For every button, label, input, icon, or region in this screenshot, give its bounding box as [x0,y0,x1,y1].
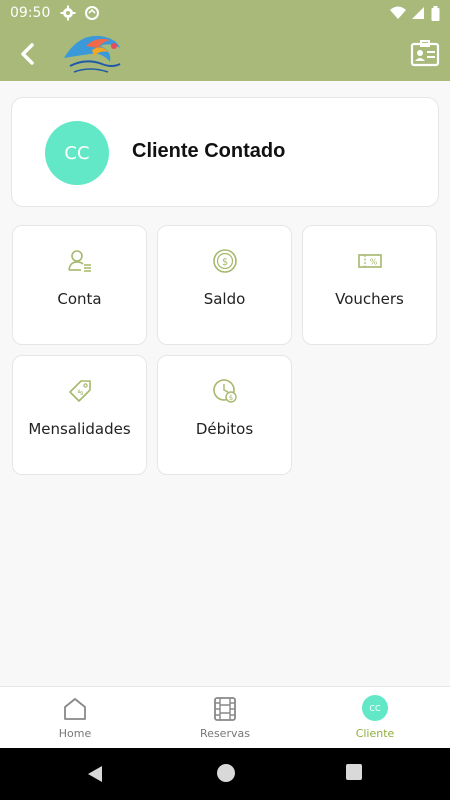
tile-saldo[interactable]: $ Saldo [157,225,292,345]
profile-name: Cliente Contado [132,140,286,162]
tile-mensalidades[interactable]: $ Mensalidades [12,355,147,475]
user-list-icon [67,250,91,272]
status-bar: 09:50 [0,0,450,26]
tile-label: Vouchers [335,290,404,308]
tile-debitos[interactable]: $ Débitos [157,355,292,475]
nav-label: Cliente [355,727,395,740]
dollar-coin-icon: $ [212,249,237,273]
id-card-button[interactable] [410,39,440,69]
signal-icon [412,7,424,19]
svg-text:$: $ [221,257,227,268]
system-navigation-bar [0,748,450,800]
nav-home[interactable]: Home [0,687,150,748]
bottom-nav: Home Reservas CC Cliente [0,686,450,748]
settings-gear-icon [60,5,76,21]
back-arrow-icon [21,43,34,65]
svg-text:%: % [369,258,377,267]
app-bar [0,26,450,81]
system-home-icon[interactable] [217,764,235,782]
voucher-percent-icon: % [357,254,382,268]
wifi-icon [390,6,406,19]
status-time: 09:50 [10,5,51,21]
battery-icon [431,5,440,21]
data-saver-icon [85,6,100,20]
price-tag-dollar-icon: $ [68,380,91,402]
nav-label: Home [58,727,92,740]
avatar: CC [45,121,109,185]
system-back-icon[interactable] [86,764,106,784]
las-olas-logo [64,35,121,73]
nav-label: Reservas [200,727,250,740]
tile-label: Conta [57,290,102,308]
nav-reservas[interactable]: Reservas [150,687,300,748]
avatar: CC [362,695,388,721]
system-recents-icon[interactable] [346,764,362,780]
tile-vouchers[interactable]: % Vouchers [302,225,437,345]
tile-label: Mensalidades [28,420,131,438]
svg-text:$: $ [228,394,232,402]
profile-card: CC Cliente Contado [11,97,439,207]
film-strip-icon [214,697,236,721]
clock-dollar-icon: $ [212,379,237,403]
nav-cliente[interactable]: CC Cliente [300,687,450,748]
tile-label: Saldo [203,290,246,308]
back-button[interactable] [14,40,42,68]
id-card-icon [410,40,440,67]
home-icon [64,698,86,720]
tile-label: Débitos [195,420,254,438]
tile-conta[interactable]: Conta [12,225,147,345]
